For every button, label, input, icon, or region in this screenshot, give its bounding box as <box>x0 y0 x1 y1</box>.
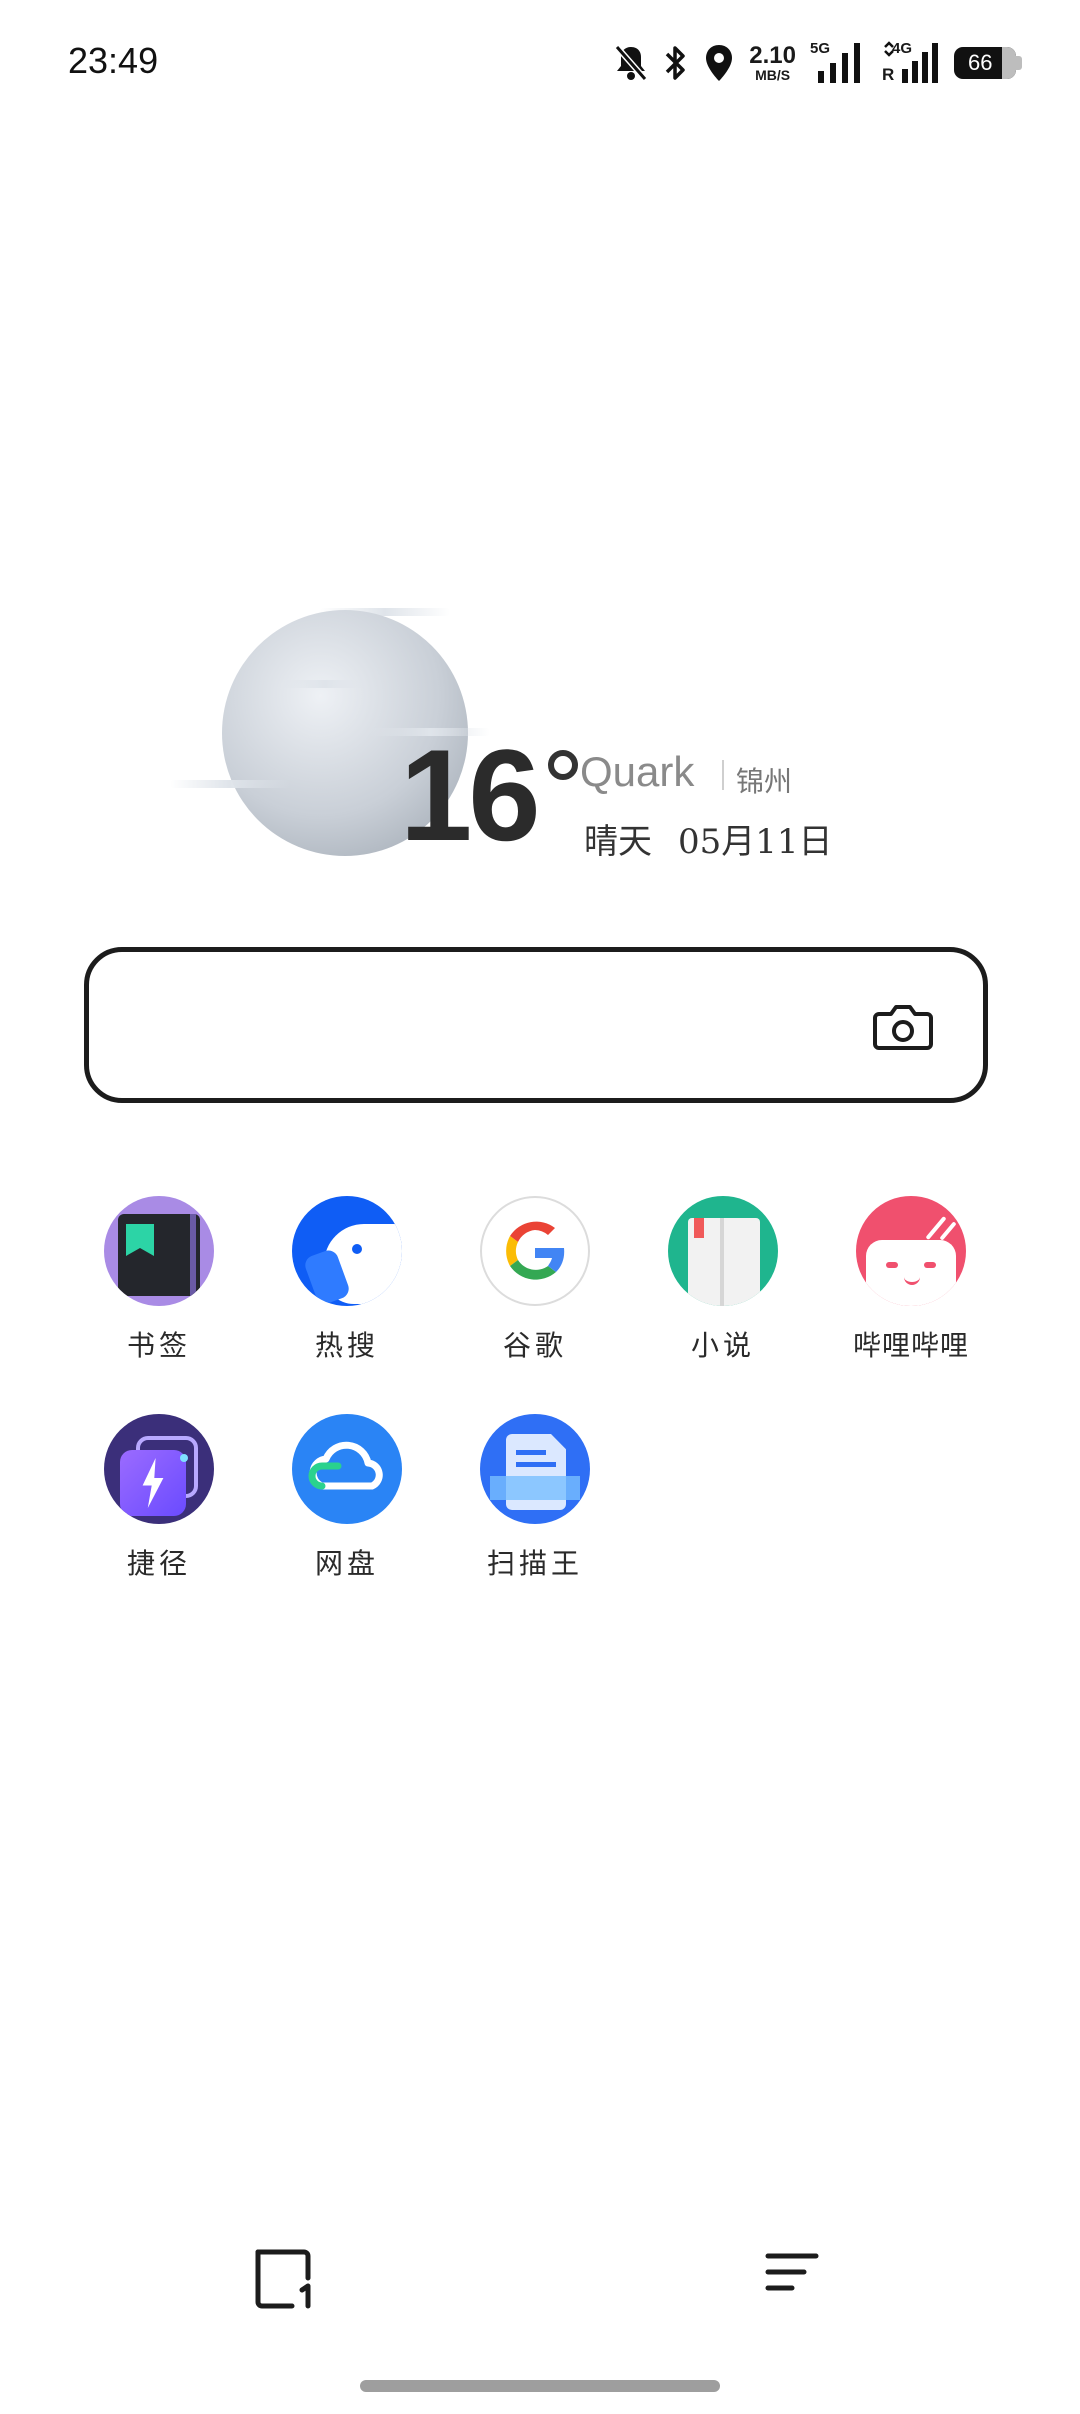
shortcut-bilibili[interactable]: 哔哩哔哩 <box>836 1196 986 1376</box>
brand-separator <box>722 760 724 790</box>
battery: 66 <box>954 47 1022 79</box>
shortcut-google[interactable]: 谷歌 <box>460 1196 610 1376</box>
shortcut-novel[interactable]: 小说 <box>648 1196 798 1376</box>
hot-search-icon <box>292 1196 402 1306</box>
google-g-logo <box>506 1221 565 1280</box>
location-icon <box>706 45 733 81</box>
status-icons: 2.10 MB/S 5G 4G R 66 <box>613 38 1022 88</box>
menu-icon[interactable] <box>756 2246 826 2306</box>
tabs-icon[interactable] <box>252 2244 322 2314</box>
status-bar: 23:49 2.10 MB/S 5G 4G R 66 <box>0 0 1080 128</box>
shortcut-label: 谷歌 <box>502 1329 567 1362</box>
shortcut-label: 网盘 <box>314 1547 379 1580</box>
weather-condition: 晴天 <box>584 822 652 862</box>
cloud-drive-icon <box>292 1414 402 1524</box>
network-speed: 2.10 MB/S <box>749 42 796 83</box>
shortcut-label: 扫描王 <box>486 1547 583 1580</box>
scanner-icon <box>480 1414 590 1524</box>
weather-widget[interactable]: 16 Quark 锦州 晴天 05月11日 <box>170 600 870 870</box>
battery-percent: 66 <box>968 50 993 75</box>
bell-off-icon <box>615 45 648 81</box>
cloud-streak <box>280 680 370 688</box>
brand-logo: Quark <box>580 748 695 795</box>
bottom-toolbar <box>0 2220 1080 2340</box>
cloud-streak <box>170 780 290 788</box>
battery-empty <box>1002 47 1016 79</box>
shortcut-scanner[interactable]: 扫描王 <box>460 1414 610 1594</box>
signal-4g: 4G R <box>882 41 940 85</box>
battery-body: 66 <box>954 47 1016 79</box>
shortcut-label: 捷径 <box>126 1547 191 1580</box>
signal-5g: 5G <box>810 41 868 85</box>
search-input[interactable] <box>129 992 893 1064</box>
shortcut-label: 热搜 <box>314 1329 379 1362</box>
shortcut-label: 小说 <box>690 1329 755 1362</box>
degree-symbol <box>548 750 578 780</box>
cloud-icon <box>308 1441 383 1490</box>
camera-icon[interactable] <box>873 1002 933 1052</box>
network-speed-value: 2.10 <box>749 42 796 69</box>
shortcut-label: 哔哩哔哩 <box>852 1329 969 1362</box>
weather-date: 05月11日 <box>678 822 833 862</box>
shortcut-bookmark[interactable]: 书签 <box>84 1196 234 1376</box>
temperature: 16 <box>400 722 541 868</box>
shortcut-label: 书签 <box>126 1329 191 1362</box>
bookmark-icon <box>104 1196 214 1306</box>
shortcut-cloud-drive[interactable]: 网盘 <box>272 1414 422 1594</box>
shortcut-shortcuts[interactable]: 捷径 <box>84 1414 234 1594</box>
network-speed-unit: MB/S <box>755 67 791 83</box>
home-indicator[interactable] <box>360 2380 720 2392</box>
search-box[interactable] <box>84 947 988 1103</box>
battery-nub <box>1016 56 1022 70</box>
novel-icon <box>668 1196 778 1306</box>
shortcut-icon <box>104 1414 214 1524</box>
status-time: 23:49 <box>68 40 159 81</box>
bilibili-icon <box>856 1196 966 1306</box>
city-name: 锦州 <box>736 765 793 798</box>
shortcut-hot-search[interactable]: 热搜 <box>272 1196 422 1376</box>
signal-bars-icon <box>884 41 938 83</box>
google-icon <box>480 1196 590 1306</box>
bluetooth-icon <box>666 46 686 80</box>
signal-bars-icon <box>818 43 860 83</box>
